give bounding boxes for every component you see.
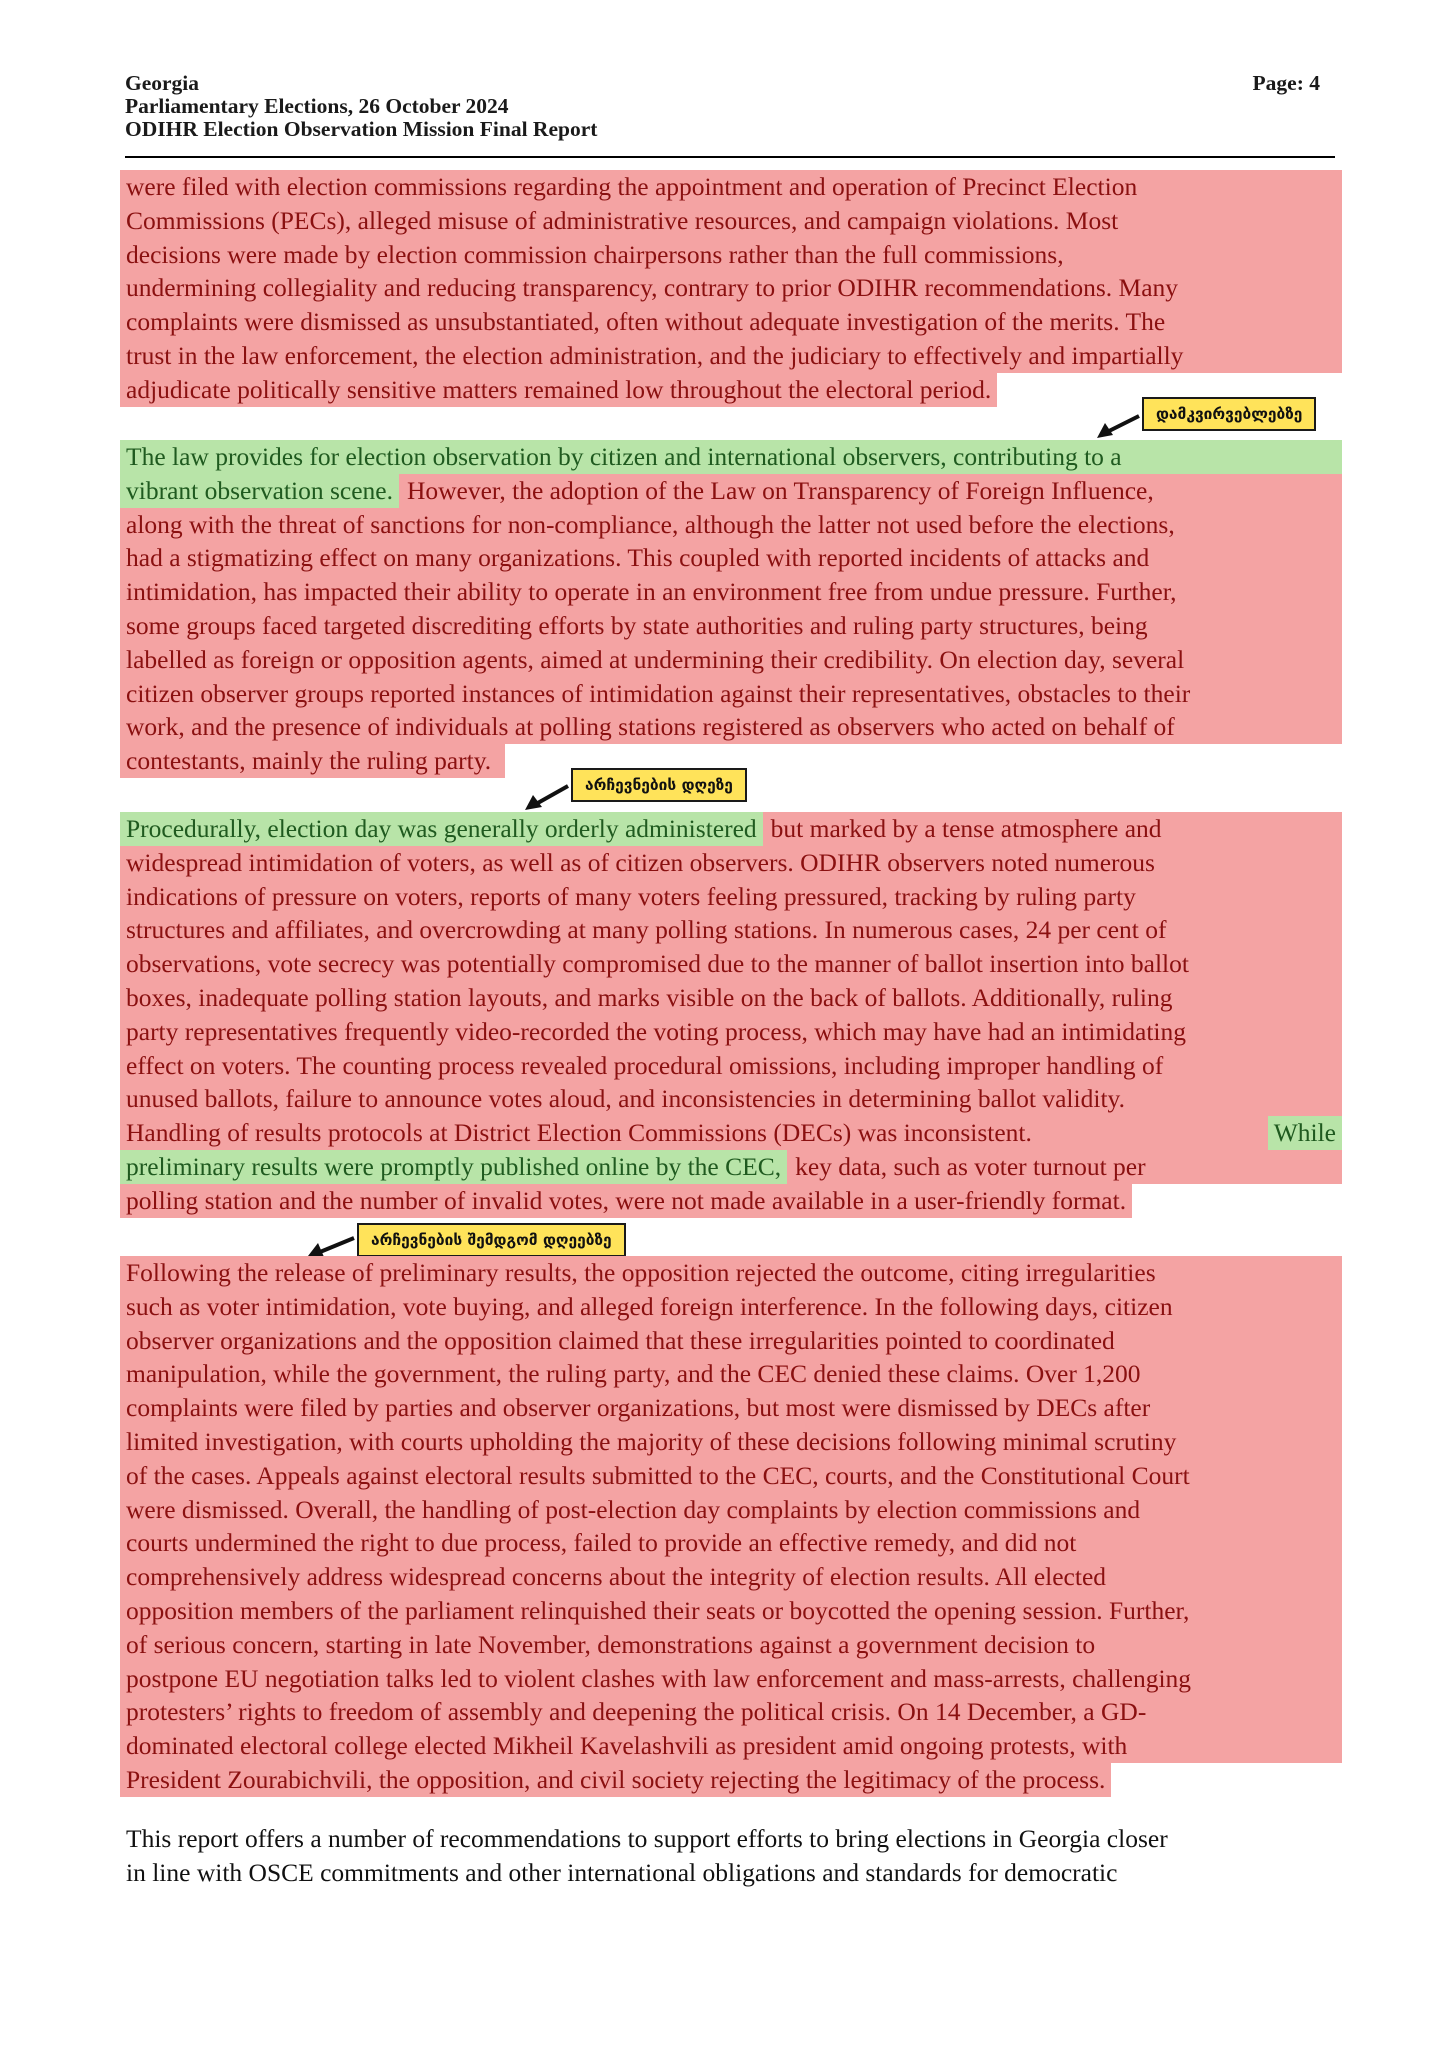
text-segment-negative: but marked by a tense atmosphere and xyxy=(762,812,1342,846)
text-line: some groups faced targeted discrediting … xyxy=(120,608,1342,643)
annotation-label-post-election: არჩევნების შემდგომ დღეებზე xyxy=(357,1223,626,1257)
text-line: limited investigation, with courts uphol… xyxy=(120,1424,1342,1459)
text-line: observer organizations and the oppositio… xyxy=(120,1323,1342,1358)
text-segment-negative: key data, such as voter turnout per xyxy=(787,1149,1342,1184)
text-line: decisions were made by election commissi… xyxy=(120,237,1342,272)
text-line: unused ballots, failure to announce vote… xyxy=(120,1082,1342,1117)
text-line: citizen observer groups reported instanc… xyxy=(120,676,1342,711)
text-line: indications of pressure on voters, repor… xyxy=(120,879,1342,914)
annotation-arrow-icon xyxy=(1097,414,1140,438)
text-line: intimidation, has impacted their ability… xyxy=(120,575,1342,609)
text-line: protesters’ rights to freedom of assembl… xyxy=(120,1695,1342,1730)
paragraph-complaints: were filed with election commissions reg… xyxy=(120,170,1342,407)
text-line: party representatives frequently video-r… xyxy=(120,1014,1342,1049)
text-segment-negative: Handling of results protocols at Distric… xyxy=(120,1116,1268,1150)
text-line-mixed: vibrant observation scene. However, the … xyxy=(120,473,1342,508)
text-line: boxes, inadequate polling station layout… xyxy=(120,980,1342,1015)
text-line: widespread intimidation of voters, as we… xyxy=(120,845,1342,880)
text-line: in line with OSCE commitments and other … xyxy=(126,1857,1118,1887)
text-line: postpone EU negotiation talks led to vio… xyxy=(120,1661,1342,1696)
text-line: polling station and the number of invali… xyxy=(120,1183,1133,1218)
text-segment-negative: However, the adoption of the Law on Tran… xyxy=(398,473,1342,508)
page-number: Page: 4 xyxy=(1252,71,1320,95)
text-segment-positive: Procedurally, election day was generally… xyxy=(120,812,763,846)
header-report-title: ODIHR Election Observation Mission Final… xyxy=(125,117,598,141)
text-line: were filed with election commissions reg… xyxy=(120,170,1342,204)
text-line: observations, vote secrecy was potential… xyxy=(120,947,1342,981)
header-election: Parliamentary Elections, 26 October 2024 xyxy=(125,94,509,118)
text-line: opposition members of the parliament rel… xyxy=(120,1593,1342,1628)
text-line: courts undermined the right to due proce… xyxy=(120,1526,1342,1561)
annotation-arrow-icon xyxy=(525,784,569,810)
text-segment-positive: preliminary results were promptly publis… xyxy=(120,1149,788,1184)
text-line: President Zourabichvili, the opposition,… xyxy=(120,1762,1112,1797)
text-line: structures and affiliates, and overcrowd… xyxy=(120,913,1342,948)
paragraph-observation: The law provides for election observatio… xyxy=(120,440,1342,778)
text-line-mixed: Handling of results protocols at Distric… xyxy=(120,1116,1342,1150)
text-line: were dismissed. Overall, the handling of… xyxy=(120,1492,1342,1527)
report-header: Georgia Parliamentary Elections, 26 Octo… xyxy=(125,72,1335,141)
text-segment-positive: While xyxy=(1267,1116,1342,1150)
text-line: such as voter intimidation, vote buying,… xyxy=(120,1289,1342,1324)
text-line: of the cases. Appeals against electoral … xyxy=(120,1458,1342,1493)
text-line: of serious concern, starting in late Nov… xyxy=(120,1627,1342,1662)
header-divider xyxy=(125,156,1335,158)
text-line: work, and the presence of individuals at… xyxy=(120,710,1342,745)
annotation-label-observers: დამკვირვებლებზე xyxy=(1142,397,1317,431)
text-line: contestants, mainly the ruling party. xyxy=(120,744,506,778)
text-line: trust in the law enforcement, the electi… xyxy=(120,338,1342,373)
text-line: along with the threat of sanctions for n… xyxy=(120,507,1342,542)
text-line: adjudicate politically sensitive matters… xyxy=(120,372,998,407)
paragraph-recommendations: This report offers a number of recommend… xyxy=(120,1822,1342,1890)
paragraph-post-election: Following the release of preliminary res… xyxy=(120,1256,1342,1797)
text-line: manipulation, while the government, the … xyxy=(120,1357,1342,1392)
text-line: dominated electoral college elected Mikh… xyxy=(120,1729,1342,1763)
text-segment-positive: vibrant observation scene. xyxy=(120,473,399,508)
text-line-positive: The law provides for election observatio… xyxy=(120,440,1342,474)
text-line-mixed: Procedurally, election day was generally… xyxy=(120,812,1342,846)
text-line: Commissions (PECs), alleged misuse of ad… xyxy=(120,203,1342,238)
text-line: undermining collegiality and reducing tr… xyxy=(120,271,1342,306)
text-line: labelled as foreign or opposition agents… xyxy=(120,642,1342,677)
text-line: complaints were filed by parties and obs… xyxy=(120,1391,1342,1425)
text-line: had a stigmatizing effect on many organi… xyxy=(120,541,1342,576)
text-line: complaints were dismissed as unsubstanti… xyxy=(120,305,1342,339)
text-line: This report offers a number of recommend… xyxy=(126,1824,1168,1853)
paragraph-election-day: Procedurally, election day was generally… xyxy=(120,812,1342,1218)
header-country: Georgia xyxy=(125,71,200,95)
text-line-mixed: preliminary results were promptly publis… xyxy=(120,1149,1342,1184)
text-line: effect on voters. The counting process r… xyxy=(120,1048,1342,1083)
text-line: Following the release of preliminary res… xyxy=(120,1256,1342,1290)
text-line: comprehensively address widespread conce… xyxy=(120,1560,1342,1594)
annotation-label-election-day: არჩევნების დღეზე xyxy=(571,768,747,802)
